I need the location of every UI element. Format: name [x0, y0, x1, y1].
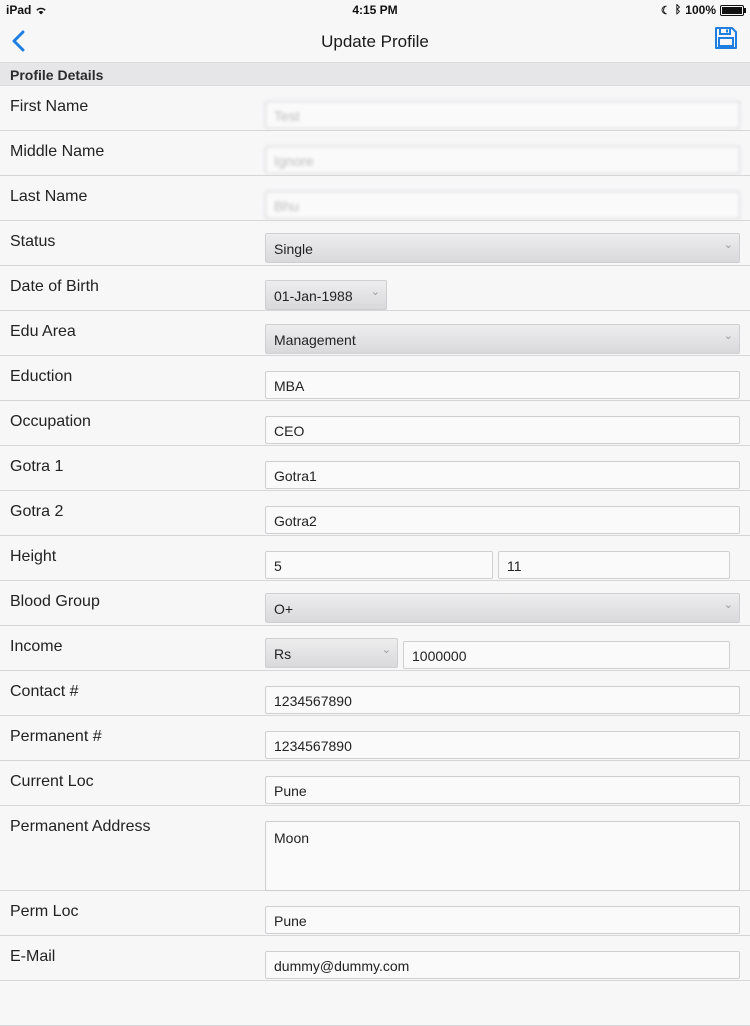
row-income: Income Rs ⌄ 1000000	[0, 626, 750, 671]
currency-select[interactable]: Rs ⌄	[265, 638, 398, 668]
height-label: Height	[10, 548, 57, 565]
email-field[interactable]: dummy@dummy.com	[265, 951, 740, 979]
currency-value: Rs	[274, 646, 292, 662]
row-occupation: Occupation CEO	[0, 401, 750, 446]
page-title: Update Profile	[321, 32, 429, 51]
bluetooth-icon: ᛒ	[674, 4, 682, 16]
occupation-label: Occupation	[10, 413, 91, 430]
status-right: ☾ ᛒ 100%	[660, 3, 746, 17]
row-gotra2: Gotra 2 Gotra2	[0, 491, 750, 536]
blood-group-label: Blood Group	[10, 593, 100, 610]
moon-icon: ☾	[660, 4, 671, 17]
blood-group-select[interactable]: O+ ⌄	[265, 593, 740, 623]
row-contact: Contact # 1234567890	[0, 671, 750, 716]
contact-field[interactable]: 1234567890	[265, 686, 740, 714]
contact-label: Contact #	[10, 683, 79, 700]
edu-area-value: Management	[274, 332, 356, 348]
chevron-down-icon: ⌄	[381, 644, 391, 656]
perm-loc-label: Perm Loc	[10, 903, 79, 920]
navigation-bar: Update Profile	[0, 20, 750, 62]
row-edu-area: Edu Area Management ⌄	[0, 311, 750, 356]
first-name-field[interactable]: Test	[265, 101, 740, 129]
status-bar: iPad 4:15 PM ☾ ᛒ 100%	[0, 0, 750, 20]
row-blood-group: Blood Group O+ ⌄	[0, 581, 750, 626]
last-name-label: Last Name	[10, 188, 88, 205]
row-first-name: First Name Test	[0, 86, 750, 131]
middle-name-field[interactable]: Ignore	[265, 146, 740, 174]
permanent-address-label: Permanent Address	[10, 818, 151, 835]
current-loc-field[interactable]: Pune	[265, 776, 740, 804]
permanent-address-field[interactable]: Moon	[265, 821, 740, 891]
row-last-name: Last Name Bhu	[0, 176, 750, 221]
row-permanent: Permanent # 1234567890	[0, 716, 750, 761]
dob-value: 01-Jan-1988	[274, 288, 353, 304]
perm-loc-field[interactable]: Pune	[265, 906, 740, 934]
section-header: Profile Details	[0, 62, 750, 86]
gotra2-label: Gotra 2	[10, 503, 64, 520]
save-button[interactable]	[714, 26, 740, 52]
middle-name-label: Middle Name	[10, 143, 105, 160]
profile-form: First Name Test Middle Name Ignore Last …	[0, 86, 750, 1026]
height-feet-field[interactable]: 5	[265, 551, 493, 579]
gotra1-label: Gotra 1	[10, 458, 64, 475]
chevron-down-icon: ⌄	[723, 330, 733, 342]
row-status: Status Single ⌄	[0, 221, 750, 266]
edu-area-select[interactable]: Management ⌄	[265, 324, 740, 354]
row-education: Eduction MBA	[0, 356, 750, 401]
dob-label: Date of Birth	[10, 278, 99, 295]
row-perm-loc: Perm Loc Pune	[0, 891, 750, 936]
permanent-label: Permanent #	[10, 728, 102, 745]
row-current-loc: Current Loc Pune	[0, 761, 750, 806]
row-permanent-address: Permanent Address Moon	[0, 806, 750, 891]
row-dob: Date of Birth 01-Jan-1988 ⌄	[0, 266, 750, 311]
status-select[interactable]: Single ⌄	[265, 233, 740, 263]
last-name-field[interactable]: Bhu	[265, 191, 740, 219]
row-height: Height 5 11	[0, 536, 750, 581]
dob-picker[interactable]: 01-Jan-1988 ⌄	[265, 280, 387, 310]
first-name-label: First Name	[10, 98, 89, 115]
status-value: Single	[274, 241, 313, 257]
clock: 4:15 PM	[352, 3, 398, 17]
gotra2-field[interactable]: Gotra2	[265, 506, 740, 534]
income-field[interactable]: 1000000	[403, 641, 730, 669]
email-label: E-Mail	[10, 948, 56, 965]
row-email: E-Mail dummy@dummy.com	[0, 936, 750, 981]
edu-area-label: Edu Area	[10, 323, 76, 340]
education-label: Eduction	[10, 368, 73, 385]
occupation-field[interactable]: CEO	[265, 416, 740, 444]
chevron-down-icon: ⌄	[723, 239, 733, 251]
row-gotra1: Gotra 1 Gotra1	[0, 446, 750, 491]
row-next-partial	[0, 981, 750, 1026]
floppy-disk-icon	[715, 27, 737, 49]
education-field[interactable]: MBA	[265, 371, 740, 399]
current-loc-label: Current Loc	[10, 773, 94, 790]
status-label: Status	[10, 233, 56, 250]
battery-icon	[720, 4, 746, 16]
height-inches-field[interactable]: 11	[498, 551, 730, 579]
blood-group-value: O+	[274, 601, 294, 617]
chevron-down-icon: ⌄	[370, 286, 380, 298]
income-label: Income	[10, 638, 63, 655]
row-middle-name: Middle Name Ignore	[0, 131, 750, 176]
battery-percent: 100%	[685, 3, 716, 17]
permanent-field[interactable]: 1234567890	[265, 731, 740, 759]
gotra1-field[interactable]: Gotra1	[265, 461, 740, 489]
chevron-down-icon: ⌄	[723, 599, 733, 611]
